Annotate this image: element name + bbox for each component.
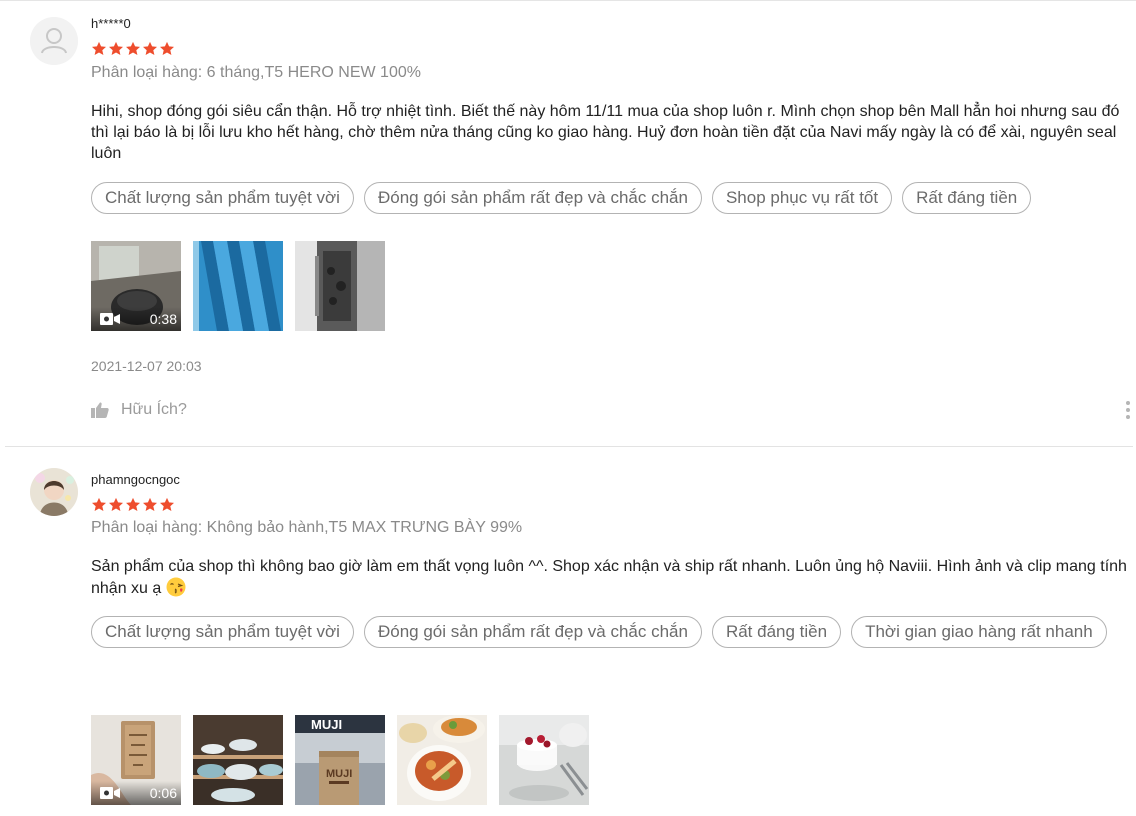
review-date: 2021-12-07 20:03 [91,358,202,374]
helpful-label: Hữu Ích? [121,401,187,418]
more-dot [1126,408,1130,412]
review-tag: Shop phục vụ rất tốt [711,182,893,214]
muji-bag-text: MUJI [326,768,352,780]
product-photo [193,715,283,805]
video-duration: 0:06 [149,785,177,801]
star-icon [143,41,157,55]
product-photo [397,715,487,805]
review-text: Sản phẩm của shop thì không bao giờ làm … [91,558,1127,597]
video-thumbnail[interactable]: 0:06 [91,715,181,805]
review-tags: Chất lượng sản phẩm tuyệt vời Đóng gói s… [91,616,1131,648]
star-icon [160,41,174,55]
photo-thumbnail[interactable] [295,241,385,331]
star-icon [92,41,106,55]
reviewer-username[interactable]: phamngocngoc [91,472,180,487]
video-camera-icon [100,787,120,799]
review-tag: Đóng gói sản phẩm rất đẹp và chắc chắn [363,616,702,648]
more-options-button[interactable] [1126,401,1132,419]
product-variation: Phân loại hàng: Không bảo hành,T5 MAX TR… [91,519,523,536]
star-icon [92,497,106,511]
star-rating [91,497,175,513]
product-photo [499,715,589,805]
photo-thumbnail[interactable]: MUJI MUJI [295,715,385,805]
product-photo [295,241,385,331]
reviewer-username[interactable]: h*****0 [91,16,131,31]
review-text-block: Sản phẩm của shop thì không bao giờ làm … [91,556,1131,599]
review-tag: Chất lượng sản phẩm tuyệt vời [91,616,354,648]
muji-sign-text: MUJI [311,717,342,732]
more-vertical-icon [1126,401,1130,405]
review-item: h*****0 Phân loại hàng: 6 tháng,T5 HERO … [0,0,1136,446]
review-media: 0:06 MUJI MUJI [91,715,589,805]
kissing-face-emoji [166,577,186,597]
star-icon [126,497,140,511]
product-photo: MUJI MUJI [295,715,385,805]
product-photo [193,241,283,331]
more-dot [1126,415,1130,419]
photo-thumbnail[interactable] [397,715,487,805]
helpful-button[interactable]: Hữu Ích? [91,401,187,419]
review-item: phamngocngoc Phân loại hàng: Không bảo h… [0,447,1136,816]
star-icon [160,497,174,511]
user-avatar-image [30,468,78,516]
star-icon [109,497,123,511]
avatar[interactable] [30,17,78,65]
video-camera-icon [100,313,120,325]
photo-thumbnail[interactable] [193,241,283,331]
product-variation: Phân loại hàng: 6 tháng,T5 HERO NEW 100% [91,64,421,81]
star-icon [109,41,123,55]
star-icon [126,41,140,55]
review-media: 0:38 [91,241,385,331]
review-tag: Đóng gói sản phẩm rất đẹp và chắc chắn [363,182,702,214]
star-icon [143,497,157,511]
video-thumbnail[interactable]: 0:38 [91,241,181,331]
video-overlay: 0:06 [91,781,181,805]
review-text: Hihi, shop đóng gói siêu cẩn thận. Hỗ tr… [91,103,1120,162]
photo-thumbnail[interactable] [193,715,283,805]
review-tag: Thời gian giao hàng rất nhanh [851,616,1107,648]
review-tag: Rất đáng tiền [711,616,842,648]
star-rating [91,41,175,57]
review-tag: Chất lượng sản phẩm tuyệt vời [91,182,354,214]
video-overlay: 0:38 [91,307,181,331]
review-tag: Rất đáng tiền [902,182,1032,214]
video-duration: 0:38 [149,311,177,327]
avatar[interactable] [30,468,78,516]
photo-thumbnail[interactable] [499,715,589,805]
review-tags: Chất lượng sản phẩm tuyệt vời Đóng gói s… [91,182,1131,214]
default-user-icon [30,17,78,65]
thumbs-up-icon [91,402,109,418]
